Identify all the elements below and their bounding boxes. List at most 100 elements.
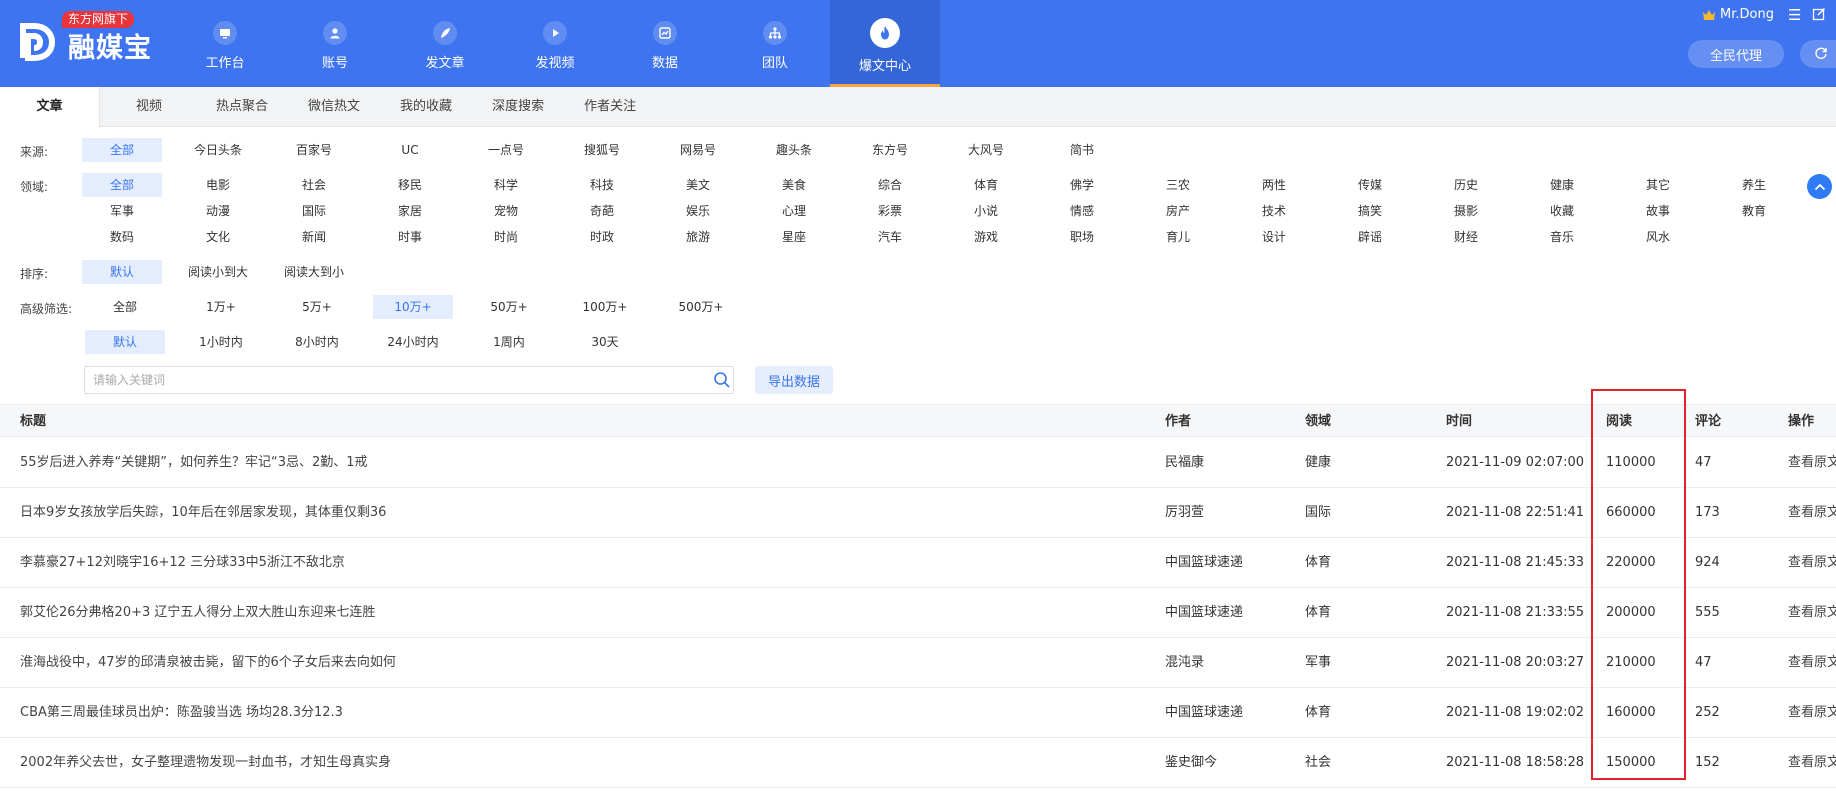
time-chip-0[interactable]: 默认 — [85, 330, 165, 354]
time-chip-4[interactable]: 1周内 — [469, 330, 549, 354]
view-original-link[interactable]: 查看原文 — [1788, 738, 1836, 788]
agent-button[interactable]: 全民代理 — [1688, 40, 1784, 68]
domain-chip-r0-17[interactable]: 养生 — [1714, 173, 1794, 197]
source-chip-0[interactable]: 全部 — [82, 138, 162, 162]
domain-chip-r2-12[interactable]: 设计 — [1234, 225, 1314, 249]
reads-chip-6[interactable]: 500万+ — [661, 295, 741, 319]
domain-chip-r2-15[interactable]: 音乐 — [1522, 225, 1602, 249]
domain-chip-r2-0[interactable]: 数码 — [82, 225, 162, 249]
source-chip-8[interactable]: 东方号 — [850, 138, 930, 162]
domain-chip-r1-7[interactable]: 心理 — [754, 199, 834, 223]
reads-chip-1[interactable]: 1万+ — [181, 295, 261, 319]
nav-item-team[interactable]: 团队 — [720, 0, 830, 87]
cell-title[interactable]: 日本9岁女孩放学后失踪，10年后在邻居家发现，其体重仅剩36 — [20, 488, 1150, 538]
domain-chip-r0-8[interactable]: 综合 — [850, 173, 930, 197]
time-chip-3[interactable]: 24小时内 — [373, 330, 453, 354]
collapse-button[interactable] — [1807, 174, 1832, 199]
export-button[interactable]: 导出数据 — [755, 366, 833, 394]
domain-chip-r1-4[interactable]: 宠物 — [466, 199, 546, 223]
domain-chip-r1-8[interactable]: 彩票 — [850, 199, 930, 223]
domain-chip-r1-14[interactable]: 摄影 — [1426, 199, 1506, 223]
search-icon[interactable] — [713, 371, 731, 389]
search-input[interactable] — [85, 367, 695, 393]
domain-chip-r1-9[interactable]: 小说 — [946, 199, 1026, 223]
sort-chip-2[interactable]: 阅读大到小 — [274, 260, 354, 284]
cell-title[interactable]: CBA第三周最佳球员出炉：陈盈骏当选 场均28.3分12.3 — [20, 688, 1150, 738]
cell-title[interactable]: 淮海战役中，47岁的邱清泉被击毙，留下的6个子女后来去向如何 — [20, 638, 1150, 688]
domain-chip-r1-1[interactable]: 动漫 — [178, 199, 258, 223]
domain-chip-r0-16[interactable]: 其它 — [1618, 173, 1698, 197]
tab-wechat-hot[interactable]: 微信热文 — [288, 87, 380, 127]
nav-item-viral-center[interactable]: 爆文中心 — [830, 0, 940, 87]
time-chip-1[interactable]: 1小时内 — [181, 330, 261, 354]
domain-chip-r0-11[interactable]: 三农 — [1138, 173, 1218, 197]
view-original-link[interactable]: 查看原文 — [1788, 538, 1836, 588]
domain-chip-r0-2[interactable]: 社会 — [274, 173, 354, 197]
view-original-link[interactable]: 查看原文 — [1788, 688, 1836, 738]
source-chip-6[interactable]: 网易号 — [658, 138, 738, 162]
edit-icon[interactable] — [1812, 7, 1826, 21]
domain-chip-r2-6[interactable]: 旅游 — [658, 225, 738, 249]
reads-chip-2[interactable]: 5万+ — [277, 295, 357, 319]
domain-chip-r2-4[interactable]: 时尚 — [466, 225, 546, 249]
reads-chip-5[interactable]: 100万+ — [565, 295, 645, 319]
domain-chip-r1-10[interactable]: 情感 — [1042, 199, 1122, 223]
domain-chip-r1-13[interactable]: 搞笑 — [1330, 199, 1410, 223]
domain-chip-r1-3[interactable]: 家居 — [370, 199, 450, 223]
source-chip-3[interactable]: UC — [370, 138, 450, 162]
user-menu[interactable]: Mr.Dong — [1702, 7, 1774, 22]
domain-chip-r0-15[interactable]: 健康 — [1522, 173, 1602, 197]
domain-chip-r0-12[interactable]: 两性 — [1234, 173, 1314, 197]
domain-chip-r2-13[interactable]: 辟谣 — [1330, 225, 1410, 249]
source-chip-7[interactable]: 趣头条 — [754, 138, 834, 162]
cell-title[interactable]: 55岁后进入养寿“关键期”，如何养生？牢记“3忌、2勤、1戒 — [20, 438, 1150, 488]
tab-hot-aggregate[interactable]: 热点聚合 — [182, 87, 288, 127]
nav-item-data[interactable]: 数据 — [610, 0, 720, 87]
tab-my-favorites[interactable]: 我的收藏 — [380, 87, 472, 127]
view-original-link[interactable]: 查看原文 — [1788, 488, 1836, 538]
domain-chip-r2-2[interactable]: 新闻 — [274, 225, 354, 249]
time-chip-2[interactable]: 8小时内 — [277, 330, 357, 354]
domain-chip-r0-7[interactable]: 美食 — [754, 173, 834, 197]
domain-chip-r1-17[interactable]: 教育 — [1714, 199, 1794, 223]
domain-chip-r0-5[interactable]: 科技 — [562, 173, 642, 197]
source-chip-10[interactable]: 简书 — [1042, 138, 1122, 162]
header-reads[interactable]: 阅读 — [1606, 405, 1686, 438]
menu-icon[interactable]: ☰ — [1788, 6, 1801, 24]
cell-title[interactable]: 2002年养父去世，女子整理遗物发现一封血书，才知生母真实身 — [20, 738, 1150, 788]
domain-chip-r0-9[interactable]: 体育 — [946, 173, 1026, 197]
domain-chip-r2-9[interactable]: 游戏 — [946, 225, 1026, 249]
sort-chip-0[interactable]: 默认 — [82, 260, 162, 284]
domain-chip-r1-16[interactable]: 故事 — [1618, 199, 1698, 223]
source-chip-4[interactable]: 一点号 — [466, 138, 546, 162]
cell-title[interactable]: 郭艾伦26分弗格20+3 辽宁五人得分上双大胜山东迎来七连胜 — [20, 588, 1150, 638]
sort-chip-1[interactable]: 阅读小到大 — [178, 260, 258, 284]
view-original-link[interactable]: 查看原文 — [1788, 438, 1836, 488]
domain-chip-r2-11[interactable]: 育儿 — [1138, 225, 1218, 249]
domain-chip-r0-4[interactable]: 科学 — [466, 173, 546, 197]
domain-chip-r0-0[interactable]: 全部 — [82, 173, 162, 197]
cell-title[interactable]: 李慕豪27+12刘晓宇16+12 三分球33中5浙江不敌北京 — [20, 538, 1150, 588]
tab-article[interactable]: 文章 — [0, 87, 100, 128]
domain-chip-r0-13[interactable]: 传媒 — [1330, 173, 1410, 197]
domain-chip-r0-1[interactable]: 电影 — [178, 173, 258, 197]
domain-chip-r1-15[interactable]: 收藏 — [1522, 199, 1602, 223]
nav-item-account[interactable]: 账号 — [280, 0, 390, 87]
domain-chip-r1-11[interactable]: 房产 — [1138, 199, 1218, 223]
domain-chip-r2-16[interactable]: 风水 — [1618, 225, 1698, 249]
reads-chip-4[interactable]: 50万+ — [469, 295, 549, 319]
header-comments[interactable]: 评论 — [1695, 405, 1765, 438]
nav-item-workbench[interactable]: 工作台 — [170, 0, 280, 87]
domain-chip-r2-7[interactable]: 星座 — [754, 225, 834, 249]
reads-chip-0[interactable]: 全部 — [85, 295, 165, 319]
domain-chip-r0-6[interactable]: 美文 — [658, 173, 738, 197]
source-chip-5[interactable]: 搜狐号 — [562, 138, 642, 162]
view-original-link[interactable]: 查看原文 — [1788, 588, 1836, 638]
nav-item-post-video[interactable]: 发视频 — [500, 0, 610, 87]
domain-chip-r2-1[interactable]: 文化 — [178, 225, 258, 249]
domain-chip-r2-3[interactable]: 时事 — [370, 225, 450, 249]
domain-chip-r1-12[interactable]: 技术 — [1234, 199, 1314, 223]
domain-chip-r2-5[interactable]: 时政 — [562, 225, 642, 249]
time-chip-5[interactable]: 30天 — [565, 330, 645, 354]
domain-chip-r0-10[interactable]: 佛学 — [1042, 173, 1122, 197]
